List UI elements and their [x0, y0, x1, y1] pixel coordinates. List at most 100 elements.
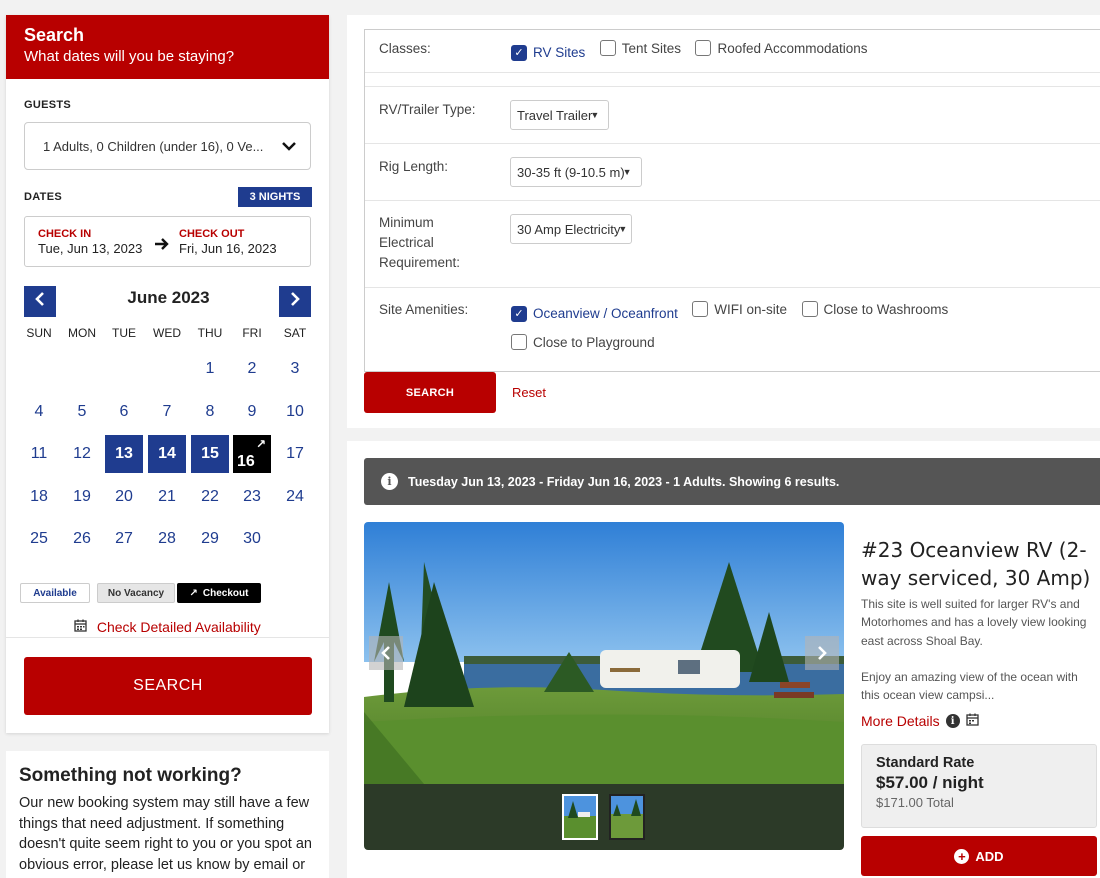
more-details-label: More Details — [861, 713, 940, 729]
weekday-header: TUE — [112, 326, 136, 340]
info-icon[interactable]: i — [945, 714, 960, 728]
search-header: Search What dates will you be staying? — [6, 15, 329, 79]
site-title[interactable]: #23 Oceanview RV (2-way serviced, 30 Amp… — [861, 536, 1091, 592]
caret-down-icon: ▼ — [590, 110, 600, 120]
search-subtitle: What dates will you be staying? — [24, 48, 235, 65]
calendar-day[interactable]: 20 — [105, 478, 143, 516]
legend-checkout-label: Checkout — [202, 587, 249, 599]
add-button[interactable]: + ADD — [861, 836, 1097, 876]
calendar-day[interactable]: 19 — [63, 478, 101, 516]
calendar-day-checkout[interactable]: ↗ 16 — [233, 435, 271, 473]
calendar-day[interactable]: 21 — [148, 478, 186, 516]
photo-thumbnail[interactable] — [609, 794, 645, 840]
divider — [6, 637, 329, 638]
photo-thumbnail[interactable] — [562, 794, 598, 840]
calendar-day[interactable]: 7 — [148, 393, 186, 431]
checkmark-icon: ✓ — [511, 44, 527, 61]
prev-month-button[interactable] — [24, 286, 56, 317]
electrical-select[interactable]: 30 Amp Electricity ▼ — [510, 214, 632, 244]
tent-sites-checkbox[interactable]: Tent Sites — [599, 40, 682, 56]
search-sidebar: Search What dates will you be staying? G… — [6, 15, 329, 733]
site-photo-carousel[interactable] — [364, 522, 844, 850]
chevron-down-icon — [282, 138, 296, 154]
classes-label: Classes: — [379, 41, 431, 56]
calendar-day[interactable]: 25 — [20, 520, 58, 558]
calendar-day[interactable]: 3 — [276, 350, 314, 388]
guests-value: 1 Adults, 0 Children (under 16), 0 Ve... — [43, 138, 264, 154]
legend-available: Available — [20, 583, 90, 603]
calendar-day[interactable]: 10 — [276, 393, 314, 431]
tent-sites-label: Tent Sites — [621, 40, 682, 56]
guests-label: GUESTS — [24, 99, 72, 111]
weekday-header: FRI — [242, 326, 262, 340]
calendar-day[interactable]: 27 — [105, 520, 143, 558]
washrooms-checkbox[interactable]: Close to Washrooms — [801, 301, 949, 317]
calendar-day-selected[interactable]: 14 — [148, 435, 186, 473]
rate-name: Standard Rate — [876, 755, 975, 771]
playground-label: Close to Playground — [533, 334, 655, 350]
calendar-day[interactable]: 1 — [191, 350, 229, 388]
calendar-day[interactable]: 26 — [63, 520, 101, 558]
arrow-right-icon — [155, 237, 169, 254]
calendar-day[interactable]: 5 — [63, 393, 101, 431]
weekday-header: SAT — [283, 326, 307, 340]
search-title: Search — [24, 25, 85, 45]
checkmark-icon: ✓ — [511, 305, 527, 322]
calendar-day[interactable]: 2 — [233, 350, 271, 388]
date-range-field[interactable]: CHECK IN Tue, Jun 13, 2023 CHECK OUT Fri… — [24, 216, 311, 267]
photo-prev-button[interactable] — [369, 636, 403, 670]
reset-link[interactable]: Reset — [512, 385, 546, 400]
calendar-day[interactable]: 22 — [191, 478, 229, 516]
calendar-day[interactable]: 6 — [105, 393, 143, 431]
more-details-link[interactable]: More Details i — [861, 713, 979, 729]
calendar-day[interactable]: 17 — [276, 435, 314, 473]
oceanview-checkbox[interactable]: ✓ Oceanview / Oceanfront — [511, 305, 678, 322]
calendar-day-selected[interactable]: 13 — [105, 435, 143, 473]
calendar-day[interactable]: 11 — [20, 435, 58, 473]
legend-no-vacancy: No Vacancy — [97, 583, 175, 603]
calendar-day[interactable]: 8 — [191, 393, 229, 431]
notice-title: Something not working? — [19, 765, 242, 786]
check-detailed-availability-link[interactable]: Check Detailed Availability — [6, 619, 329, 635]
notice-body: Our new booking system may still have a … — [19, 795, 312, 878]
caret-down-icon: ▼ — [622, 167, 632, 177]
calendar-day[interactable]: 9 — [233, 393, 271, 431]
site-description: This site is well suited for larger RV's… — [861, 595, 1089, 704]
calendar-day[interactable]: 18 — [20, 478, 58, 516]
washrooms-label: Close to Washrooms — [823, 301, 949, 317]
wifi-checkbox[interactable]: WIFI on-site — [692, 301, 787, 317]
wifi-label: WIFI on-site — [714, 301, 788, 317]
calendar-day[interactable]: 4 — [20, 393, 58, 431]
sidebar-search-button[interactable]: SEARCH — [24, 657, 312, 715]
next-month-button[interactable] — [279, 286, 311, 317]
chevron-right-icon — [818, 646, 827, 660]
photo-next-button[interactable] — [805, 636, 839, 670]
calendar-day[interactable]: 29 — [191, 520, 229, 558]
rig-length-select[interactable]: 30-35 ft (9-10.5 m) ▼ — [510, 157, 642, 187]
results-summary: Tuesday Jun 13, 2023 - Friday Jun 16, 20… — [408, 474, 840, 489]
filter-search-button[interactable]: SEARCH — [364, 372, 496, 413]
calendar-day[interactable]: 12 — [63, 435, 101, 473]
weekday-header: SUN — [26, 326, 52, 340]
chevron-right-icon — [290, 292, 300, 311]
calendar-day[interactable]: 30 — [233, 520, 271, 558]
rv-type-select[interactable]: Travel Trailer ▼ — [510, 100, 609, 130]
dates-label: DATES — [24, 191, 62, 203]
spacer-row — [365, 73, 1100, 87]
roofed-accommodations-checkbox[interactable]: Roofed Accommodations — [695, 40, 868, 56]
chevron-left-icon — [381, 646, 390, 660]
site-description-p1: This site is well suited for larger RV's… — [861, 597, 1087, 648]
electrical-row: Minimum Electrical Requirement: 30 Amp E… — [365, 201, 1100, 288]
calendar-day[interactable]: 23 — [233, 478, 271, 516]
guests-dropdown[interactable]: 1 Adults, 0 Children (under 16), 0 Ve... — [24, 122, 311, 170]
calendar-day[interactable]: 24 — [276, 478, 314, 516]
calendar-day-number: 16 — [237, 453, 255, 470]
rv-sites-checkbox[interactable]: ✓ RV Sites — [511, 44, 585, 61]
caret-down-icon: ▼ — [618, 224, 628, 234]
rate-total: $171.00 Total — [876, 795, 954, 810]
amenities-row: Site Amenities: ✓ Oceanview / Oceanfront… — [365, 288, 1100, 373]
calendar-icon[interactable] — [965, 713, 979, 729]
calendar-day-selected[interactable]: 15 — [191, 435, 229, 473]
calendar-day[interactable]: 28 — [148, 520, 186, 558]
playground-checkbox[interactable]: Close to Playground — [511, 334, 655, 350]
